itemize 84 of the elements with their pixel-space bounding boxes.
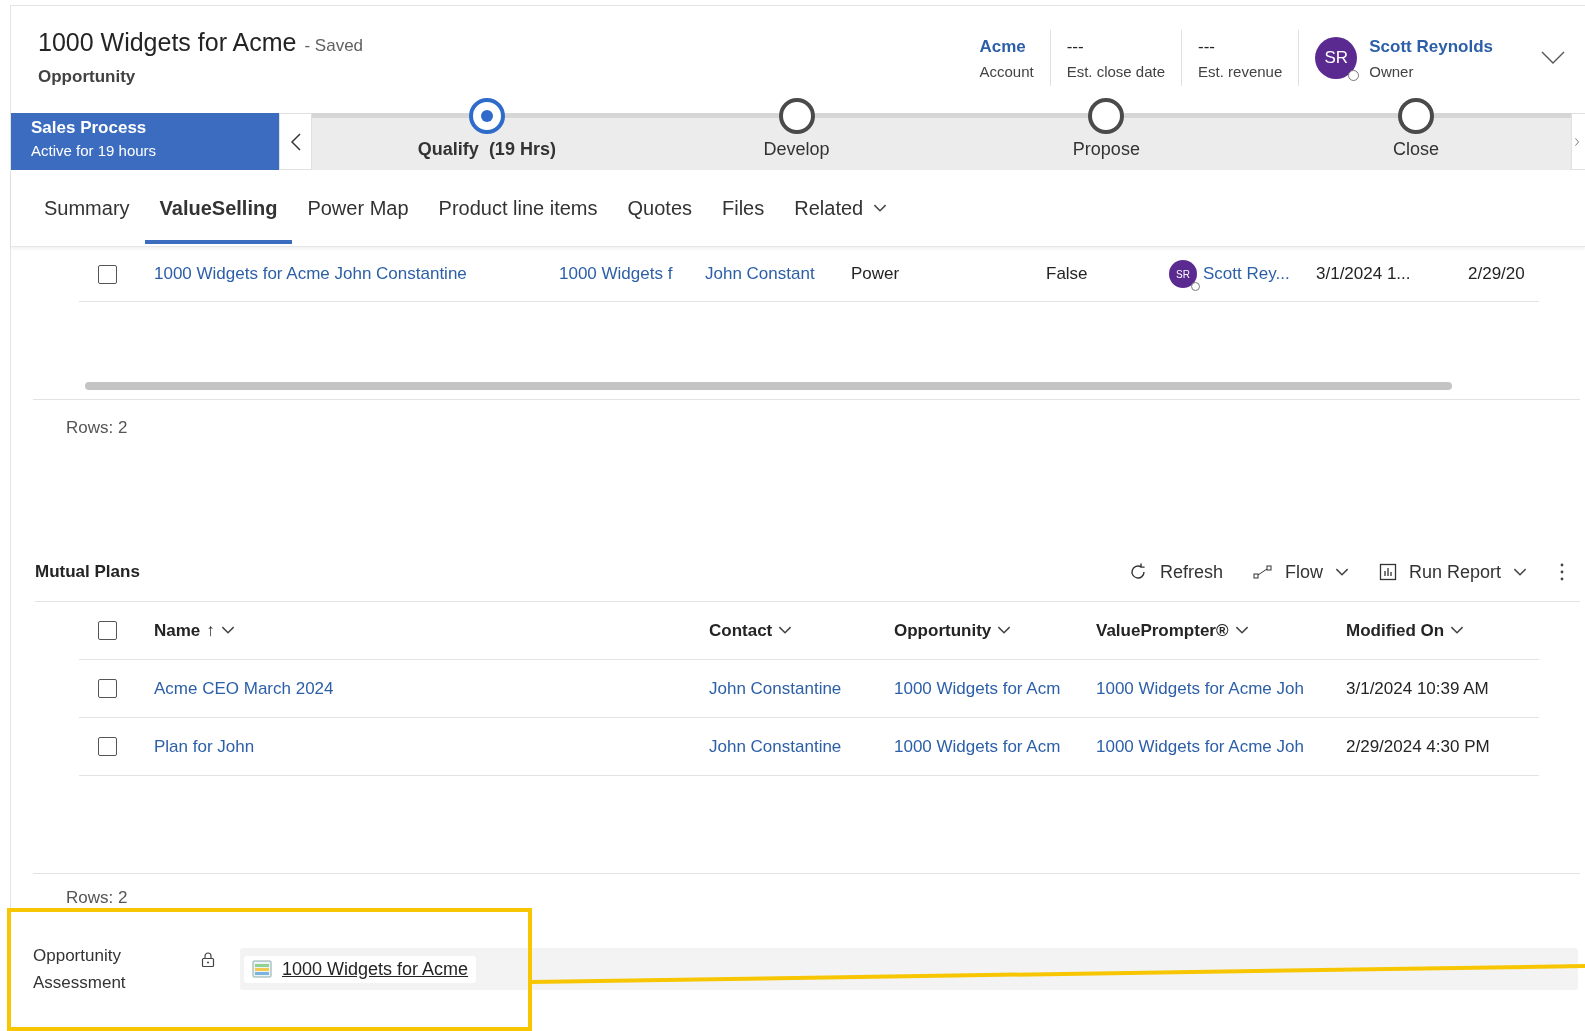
- row-count: Rows: 2: [66, 418, 129, 438]
- flow-icon: [1252, 564, 1273, 580]
- chevron-down-icon: [778, 626, 793, 635]
- link-cell[interactable]: Acme CEO March 2024: [154, 678, 709, 699]
- tab[interactable]: ValueSelling: [144, 172, 293, 244]
- owner-link[interactable]: Scott Rey...: [1203, 264, 1290, 284]
- tab[interactable]: Power Map: [292, 172, 424, 244]
- chevron-down-icon: [873, 203, 888, 213]
- checkbox[interactable]: [98, 679, 117, 698]
- tab[interactable]: Summary: [29, 172, 145, 244]
- owner-avatar: SR: [1315, 37, 1358, 79]
- stage-label[interactable]: Qualify (19 Hrs): [417, 139, 556, 160]
- lookup-field[interactable]: 1000 Widgets for Acme: [240, 948, 1578, 990]
- table-cell-text: 2/29/20: [1468, 264, 1526, 284]
- previous-stage-button[interactable]: [279, 113, 312, 170]
- field-label: Opportunity Assessment: [33, 945, 127, 994]
- save-status: - Saved: [304, 36, 364, 55]
- report-button[interactable]: Run Report: [1366, 557, 1539, 587]
- link-cell[interactable]: Plan for John: [154, 736, 709, 757]
- field-label: Owner: [1369, 62, 1415, 80]
- avatar: SR: [1169, 260, 1197, 288]
- expand-icon[interactable]: [1541, 51, 1565, 65]
- field-label: Account: [979, 62, 1034, 80]
- field-label: Est. revenue: [1198, 62, 1283, 80]
- field-value: ---: [1066, 36, 1085, 57]
- checkbox[interactable]: [98, 737, 117, 756]
- chevron-down-icon: [220, 626, 235, 635]
- lookup-chip[interactable]: 1000 Widgets for Acme: [244, 955, 477, 983]
- stage-label[interactable]: Develop: [763, 139, 830, 160]
- record-icon: [252, 960, 272, 978]
- link-cell[interactable]: 1000 Widgets for Acme John Constantine: [154, 264, 559, 284]
- tab[interactable]: Quotes: [612, 172, 707, 244]
- column-header[interactable]: Modified On: [1346, 620, 1539, 641]
- table-cell-text: Power: [851, 264, 901, 284]
- column-header[interactable]: ValuePrompter®: [1096, 620, 1346, 641]
- link-cell[interactable]: 1000 Widgets for Acm: [894, 736, 1096, 757]
- link-cell[interactable]: John Constantine: [709, 678, 894, 699]
- tab[interactable]: Files: [707, 172, 780, 244]
- process-panel[interactable]: Sales Process Active for 19 hours: [11, 113, 279, 170]
- flow-button[interactable]: Flow: [1240, 557, 1361, 587]
- checkbox[interactable]: [98, 264, 117, 284]
- stage-marker[interactable]: [468, 98, 505, 134]
- table-cell-text: False: [1046, 264, 1089, 284]
- table-cell-text: 3/1/2024 1...: [1316, 264, 1412, 284]
- link-cell[interactable]: 1000 Widgets for Acm: [894, 678, 1096, 699]
- link-cell[interactable]: John Constantine: [709, 736, 894, 757]
- chevron-down-icon: [1234, 626, 1249, 635]
- tab[interactable]: Product line items: [423, 172, 613, 244]
- column-header[interactable]: Opportunity: [894, 620, 1096, 641]
- lookup-link[interactable]: 1000 Widgets for Acme: [282, 958, 469, 980]
- more-icon[interactable]: [1559, 562, 1565, 582]
- stage-marker[interactable]: [778, 98, 815, 134]
- link-cell[interactable]: 1000 Widgets for Acme Joh: [1096, 736, 1346, 757]
- field-label: Est. close date: [1066, 62, 1166, 80]
- stage-marker[interactable]: [1398, 98, 1435, 134]
- stage-label[interactable]: Close: [1393, 139, 1440, 160]
- section-title: Mutual Plans: [35, 562, 140, 582]
- related-menu[interactable]: Related: [779, 172, 903, 244]
- link-cell[interactable]: 1000 Widgets f: [559, 264, 705, 284]
- horizontal-scrollbar[interactable]: [85, 382, 1452, 390]
- field-value[interactable]: Acme: [979, 36, 1034, 57]
- chevron-left-icon: [290, 132, 301, 151]
- stage-label[interactable]: Propose: [1072, 139, 1140, 160]
- stage-marker[interactable]: [1088, 98, 1125, 134]
- chevron-down-icon: [997, 626, 1012, 635]
- owner-name[interactable]: Scott Reynolds: [1369, 36, 1493, 57]
- column-header[interactable]: Name ↑: [154, 620, 709, 641]
- record-title: 1000 Widgets for Acme: [38, 28, 297, 56]
- process-name: Sales Process: [31, 118, 148, 138]
- link-cell[interactable]: 1000 Widgets for Acme Joh: [1096, 678, 1346, 699]
- row-count: Rows: 2: [66, 888, 129, 908]
- report-icon: [1378, 563, 1397, 581]
- refresh-button[interactable]: Refresh: [1115, 557, 1235, 587]
- process-duration: Active for 19 hours: [31, 142, 158, 159]
- table-cell-text: 3/1/2024 10:39 AM: [1346, 678, 1490, 699]
- table-cell-text: 2/29/2024 4:30 PM: [1346, 736, 1491, 757]
- field-value: ---: [1198, 36, 1216, 57]
- chevron-down-icon: [1513, 567, 1527, 577]
- link-cell[interactable]: John Constant: [705, 264, 851, 284]
- entity-type: Opportunity: [38, 67, 136, 87]
- checkbox[interactable]: [98, 621, 117, 640]
- chevron-down-icon: [1450, 626, 1465, 635]
- column-header[interactable]: Contact: [709, 620, 894, 641]
- chevron-down-icon: [1334, 567, 1349, 577]
